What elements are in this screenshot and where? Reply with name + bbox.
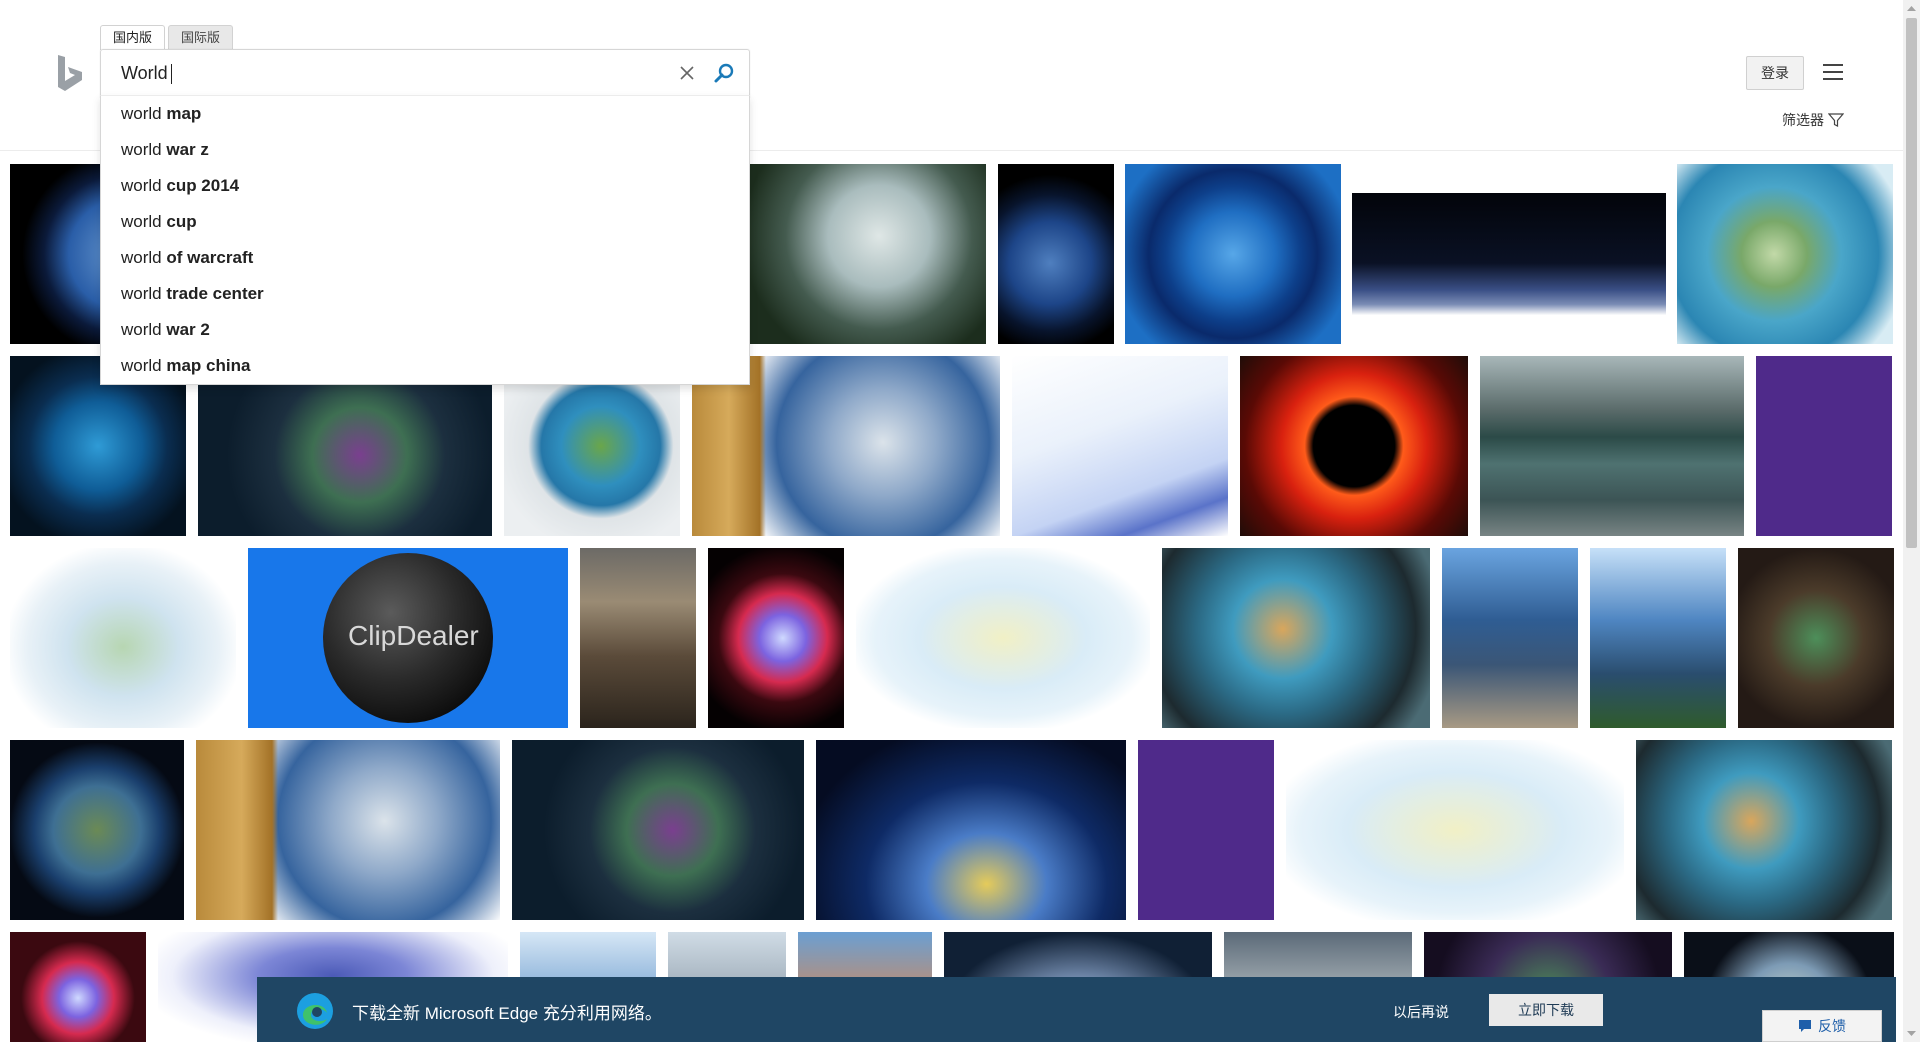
scrollbar-thumb[interactable] xyxy=(1906,18,1917,548)
image-result-coins-earth-2[interactable] xyxy=(196,740,500,920)
suggestion-item[interactable]: world of warcraft xyxy=(101,240,749,276)
bing-logo-icon[interactable] xyxy=(56,54,84,92)
image-result-network-globe[interactable] xyxy=(816,740,1126,920)
edge-banner-text: 下载全新 Microsoft Edge 充分利用网络。 xyxy=(352,1004,662,1023)
autosuggest-dropdown: world map world war z world cup 2014 wor… xyxy=(100,95,750,385)
image-result-north-america-globe[interactable] xyxy=(1677,164,1893,344)
image-result-glass-globe-city[interactable] xyxy=(748,164,986,344)
tab-domestic[interactable]: 国内版 xyxy=(100,25,166,50)
image-result-jurassic-world-poster[interactable] xyxy=(580,548,696,728)
suggestion-item[interactable]: world map xyxy=(101,96,749,132)
image-result-earth-horizon[interactable] xyxy=(1352,164,1666,344)
suggestion-item[interactable]: world trade center xyxy=(101,276,749,312)
image-result-eclipse[interactable] xyxy=(1240,356,1468,536)
image-result-world-map-outline[interactable] xyxy=(856,548,1150,728)
image-result-lake-mountains[interactable] xyxy=(1480,356,1744,536)
image-result-stage-globe-2[interactable] xyxy=(10,932,146,1042)
feedback-button[interactable]: 反馈 xyxy=(1762,1010,1882,1042)
edge-download-banner: 下载全新 Microsoft Edge 充分利用网络。 以后再说 立即下载 xyxy=(257,977,1896,1042)
search-input-value: World xyxy=(121,63,168,83)
filter-button[interactable]: 筛选器 xyxy=(1782,110,1844,130)
image-result-blue-earth[interactable] xyxy=(1125,164,1341,344)
vertical-scrollbar[interactable] xyxy=(1903,0,1920,1042)
suggestion-item[interactable]: world map china xyxy=(101,348,749,384)
download-now-button[interactable]: 立即下载 xyxy=(1489,994,1603,1026)
image-result-blue-globe-abstract[interactable] xyxy=(1012,356,1228,536)
image-result-globe-desk-2[interactable] xyxy=(1636,740,1892,920)
image-result-warcraft-map[interactable] xyxy=(1738,548,1894,728)
suggestion-item[interactable]: world war 2 xyxy=(101,312,749,348)
suggestion-item[interactable]: world cup xyxy=(101,204,749,240)
filter-label: 筛选器 xyxy=(1782,112,1824,128)
image-result-world-map-political[interactable] xyxy=(10,548,236,728)
clipdealer-watermark: ClipDealer xyxy=(348,620,479,651)
scroll-up-arrow-icon[interactable] xyxy=(1903,0,1920,17)
search-box[interactable]: World xyxy=(100,49,750,97)
scope-tabs: 国内版 国际版 xyxy=(100,25,234,50)
image-result-globe-desk[interactable] xyxy=(1162,548,1430,728)
image-result-night-planet-2[interactable] xyxy=(512,740,804,920)
scroll-down-arrow-icon[interactable] xyxy=(1903,1025,1920,1042)
image-result-one-wtc[interactable] xyxy=(1590,548,1726,728)
login-button[interactable]: 登录 xyxy=(1746,56,1804,90)
image-result-fisheye-earth[interactable] xyxy=(10,740,184,920)
suggestion-item[interactable]: world war z xyxy=(101,132,749,168)
image-result-wtc-tower[interactable] xyxy=(1442,548,1578,728)
image-result-clipdealer-globe[interactable]: ClipDealer xyxy=(248,548,568,728)
suggestion-item[interactable]: world cup 2014 xyxy=(101,168,749,204)
search-input[interactable]: World xyxy=(121,50,172,96)
image-result-report-cover-2[interactable] xyxy=(1138,740,1274,920)
later-link[interactable]: 以后再说 xyxy=(1393,1002,1449,1022)
clear-icon[interactable] xyxy=(677,63,697,83)
image-result-report-cover[interactable] xyxy=(1756,356,1892,536)
microsoft-edge-logo-icon xyxy=(297,993,333,1029)
image-result-world-map-outline-2[interactable] xyxy=(1286,740,1624,920)
feedback-label: 反馈 xyxy=(1818,1018,1846,1034)
chat-bubble-icon xyxy=(1799,1020,1811,1032)
tab-international[interactable]: 国际版 xyxy=(168,25,234,50)
funnel-icon xyxy=(1828,113,1844,127)
text-caret xyxy=(170,64,172,85)
search-icon[interactable] xyxy=(713,62,735,84)
image-result-earth-night[interactable] xyxy=(998,164,1114,344)
hamburger-menu-icon[interactable] xyxy=(1823,63,1843,81)
image-result-stage-globe[interactable] xyxy=(708,548,844,728)
